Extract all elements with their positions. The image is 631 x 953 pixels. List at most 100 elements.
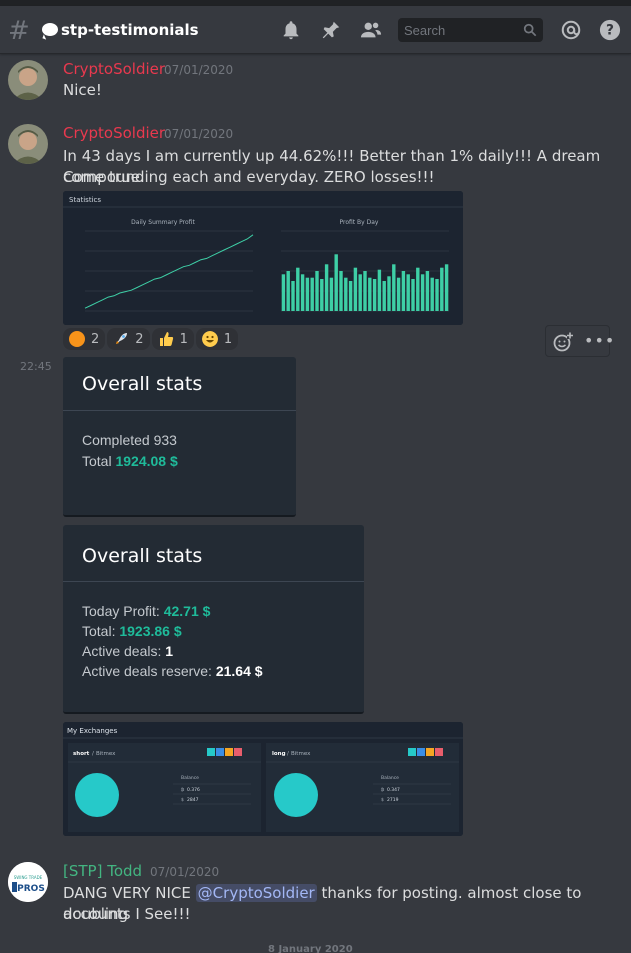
reaction-count: 2 xyxy=(135,331,144,347)
divider xyxy=(63,410,296,411)
pin-icon[interactable] xyxy=(320,19,342,41)
bell-icon[interactable] xyxy=(280,19,302,41)
reaction-count: 2 xyxy=(91,331,100,347)
reaction-bitcoin[interactable]: 2 xyxy=(63,328,106,350)
profit-bar xyxy=(392,264,396,311)
reaction-rocket[interactable]: 2 xyxy=(107,328,150,350)
date-separator: 8 January 2020 xyxy=(0,944,631,953)
profit-bar xyxy=(310,277,314,311)
today-profit-row: Today Profit: 42.71 $ xyxy=(82,603,210,619)
grinning-face-icon xyxy=(201,331,218,347)
total-row: Total: 1923.86 $ xyxy=(82,623,182,639)
profit-bar xyxy=(291,281,295,311)
profit-bar xyxy=(324,264,329,311)
svg-text:$: $ xyxy=(381,797,384,803)
profit-bar xyxy=(387,276,391,311)
profit-bar xyxy=(411,279,415,311)
today-profit-label: Today Profit: xyxy=(82,603,160,619)
usd-balance: 2847 xyxy=(187,797,199,803)
search-icon xyxy=(523,23,537,37)
svg-text:/: / xyxy=(92,751,94,757)
reserve-row: Active deals reserve: 21.64 $ xyxy=(82,663,263,679)
stats-title: Overall stats xyxy=(82,373,203,395)
profit-bar xyxy=(396,277,401,311)
exchanges-image[interactable]: My Exchanges short / Bitmex Balance ₿ 0.… xyxy=(63,722,463,836)
profit-bar xyxy=(315,271,319,311)
user-mention[interactable]: @CryptoSoldier xyxy=(195,884,317,902)
chart1-title: Daily Summary Profit xyxy=(131,219,195,226)
profit-bar xyxy=(430,277,434,311)
profit-bar xyxy=(377,269,382,311)
profit-bar xyxy=(296,267,300,311)
active-deals-row: Active deals: 1 xyxy=(82,643,173,659)
profit-bar xyxy=(416,267,420,311)
svg-text:/: / xyxy=(287,751,289,757)
channel-hash-icon: # xyxy=(8,16,30,46)
rocket-icon xyxy=(116,333,128,344)
active-deals-value: 1 xyxy=(165,643,174,659)
author-name[interactable]: CryptoSoldier xyxy=(63,60,165,78)
total-row: Total 1924.08 $ xyxy=(82,453,178,469)
more-options-icon[interactable]: ••• xyxy=(584,331,615,350)
stp-logo: SWING TRADE PROS xyxy=(8,862,48,902)
profit-bar xyxy=(334,254,338,311)
message-text: Nice! xyxy=(63,81,102,99)
author-name[interactable]: [STP] Todd xyxy=(63,862,142,880)
profit-bar xyxy=(353,267,358,311)
message-text-part: DANG VERY NICE xyxy=(63,884,191,902)
timestamp: 07/01/2020 xyxy=(150,865,220,879)
search-input[interactable] xyxy=(398,18,518,42)
profit-bar xyxy=(348,281,353,311)
today-profit-value: 42.71 $ xyxy=(163,603,211,619)
date-label: 8 January 2020 xyxy=(268,944,353,953)
stats-title: Overall stats xyxy=(82,545,203,567)
avatar[interactable] xyxy=(8,60,48,100)
reaction-thumbs-up[interactable]: 1 xyxy=(151,328,194,350)
timestamp: 07/01/2020 xyxy=(164,127,234,141)
reserve-value: 21.64 $ xyxy=(215,663,263,679)
overall-stats-card: Overall stats Completed 933 Total 1924.0… xyxy=(63,357,296,517)
active-deals-label: Active deals: xyxy=(82,643,162,659)
profit-bar xyxy=(320,279,324,311)
balance-label: Balance xyxy=(181,775,199,781)
svg-text:$: $ xyxy=(181,797,184,803)
reaction-count: 1 xyxy=(223,331,233,347)
total-value: 1923.86 $ xyxy=(119,623,182,639)
message-hover-timestamp: 22:45 xyxy=(20,360,52,373)
timestamp: 07/01/2020 xyxy=(164,63,234,77)
btc-balance: 0.347 xyxy=(387,787,400,793)
channel-name: stp-testimonials xyxy=(61,21,199,39)
profit-bar xyxy=(406,274,410,311)
profit-bar xyxy=(368,277,372,311)
overall-stats-card: Overall stats Today Profit: 42.71 $ Tota… xyxy=(63,525,364,714)
channel-header: # stp-testimonials ? xyxy=(0,6,631,54)
profit-bar xyxy=(358,274,362,311)
logo-top-text: SWING TRADE xyxy=(14,875,43,880)
message-hover-actions: ••• xyxy=(545,325,614,357)
exchange-label: Bitmex xyxy=(291,751,311,757)
exchange-name: short xyxy=(73,751,90,757)
add-reaction-icon[interactable] xyxy=(553,332,573,352)
avatar[interactable] xyxy=(8,124,48,164)
profit-bar xyxy=(305,277,310,311)
author-name[interactable]: CryptoSoldier xyxy=(63,124,165,142)
profit-bar xyxy=(339,271,343,311)
bitcoin-icon xyxy=(69,331,85,347)
exchanges-screenshot: My Exchanges short / Bitmex Balance ₿ 0.… xyxy=(63,722,463,836)
profit-bar xyxy=(372,279,377,311)
search-box[interactable] xyxy=(398,18,543,42)
message-text-line-2: accounts I See!!! xyxy=(63,905,191,923)
balance-label: Balance xyxy=(381,775,399,781)
help-icon[interactable]: ? xyxy=(599,19,621,41)
profit-bar xyxy=(444,264,449,311)
reaction-grinning[interactable]: 1 xyxy=(195,328,239,350)
profit-bar xyxy=(363,271,367,311)
profit-bar xyxy=(440,267,444,311)
reaction-count: 1 xyxy=(179,331,188,347)
mention-icon[interactable] xyxy=(560,19,582,41)
avatar[interactable]: SWING TRADE PROS xyxy=(8,862,48,902)
logo-bottom-text: PROS xyxy=(17,884,45,894)
statistics-image[interactable]: Statistics Daily Summary Profit Profit B… xyxy=(63,191,463,325)
members-icon[interactable] xyxy=(360,19,382,41)
speech-bubble-icon xyxy=(42,23,58,36)
